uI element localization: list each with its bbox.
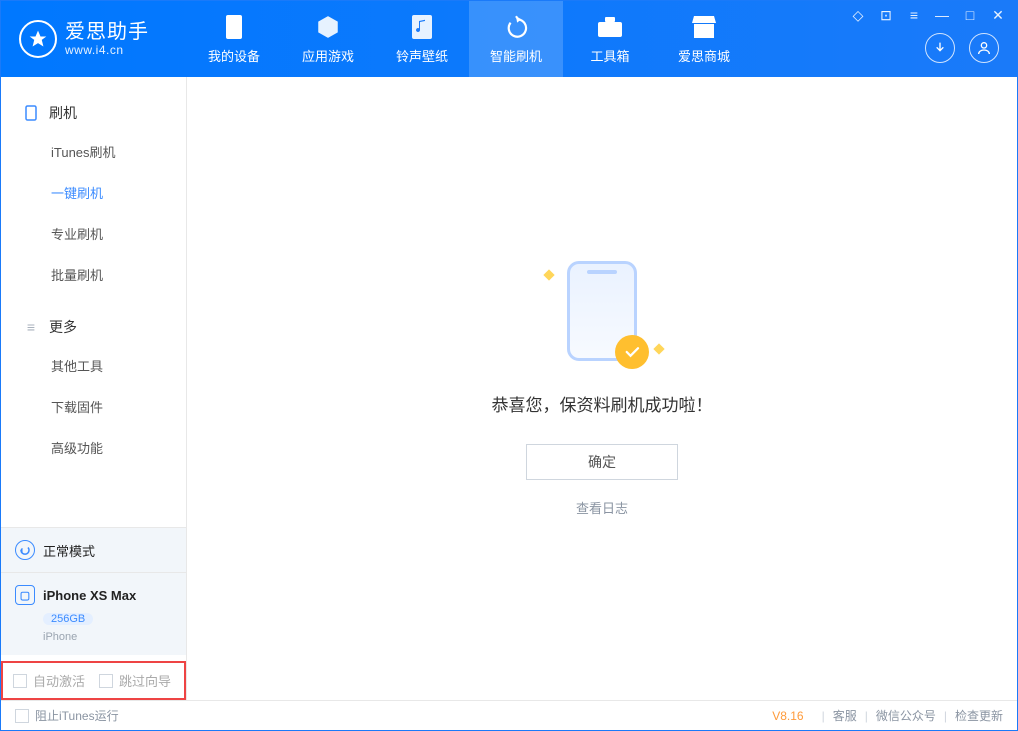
- sidebar-item-one-click-flash[interactable]: 一键刷机: [1, 172, 186, 213]
- toolbox-icon: [597, 14, 623, 40]
- tab-my-device[interactable]: 我的设备: [187, 1, 281, 77]
- block-itunes-label[interactable]: 阻止iTunes运行: [35, 707, 119, 724]
- footer-link-update[interactable]: 检查更新: [955, 707, 1003, 724]
- music-icon: [409, 14, 435, 40]
- skip-setup-checkbox[interactable]: 跳过向导: [99, 671, 171, 690]
- section-title: 更多: [49, 317, 77, 337]
- tab-smart-flash[interactable]: 智能刷机: [469, 1, 563, 77]
- checkbox-label: 跳过向导: [119, 671, 171, 690]
- section-more[interactable]: ≡ 更多: [1, 309, 186, 345]
- cube-icon: [315, 14, 341, 40]
- tab-apps-games[interactable]: 应用游戏: [281, 1, 375, 77]
- device-block[interactable]: ▢ iPhone XS Max 256GB iPhone: [1, 572, 186, 655]
- footer: 阻止iTunes运行 V8.16 | 客服 | 微信公众号 | 检查更新: [1, 700, 1017, 730]
- maximize-icon[interactable]: □: [961, 7, 979, 24]
- checkbox-icon[interactable]: [15, 709, 29, 723]
- refresh-icon: [503, 14, 529, 40]
- minimize-icon[interactable]: —: [933, 7, 951, 24]
- menu-icon[interactable]: ≡: [905, 7, 923, 24]
- sidebar-item-itunes-flash[interactable]: iTunes刷机: [1, 131, 186, 172]
- view-log-link[interactable]: 查看日志: [576, 498, 628, 517]
- tab-label: 智能刷机: [490, 46, 542, 65]
- ok-button[interactable]: 确定: [526, 444, 678, 480]
- mode-icon: [15, 540, 35, 560]
- user-button[interactable]: [969, 33, 999, 63]
- version-label: V8.16: [772, 709, 803, 723]
- download-button[interactable]: [925, 33, 955, 63]
- section-flash[interactable]: 刷机: [1, 95, 186, 131]
- checkbox-icon: [99, 674, 113, 688]
- content-area: 刷机 iTunes刷机 一键刷机 专业刷机 批量刷机 ≡ 更多 其他工具 下载固…: [1, 77, 1017, 700]
- sidebar-item-other-tools[interactable]: 其他工具: [1, 345, 186, 386]
- tab-label: 铃声壁纸: [396, 46, 448, 65]
- sidebar: 刷机 iTunes刷机 一键刷机 专业刷机 批量刷机 ≡ 更多 其他工具 下载固…: [1, 77, 187, 700]
- skin-icon[interactable]: ◇: [849, 7, 867, 24]
- sidebar-item-advanced[interactable]: 高级功能: [1, 427, 186, 468]
- checkbox-highlight-row: 自动激活 跳过向导: [1, 661, 186, 700]
- section-title: 刷机: [49, 103, 77, 123]
- checkbox-label: 自动激活: [33, 671, 85, 690]
- tab-shop[interactable]: 爱思商城: [657, 1, 751, 77]
- sparkle-icon: [653, 343, 664, 354]
- footer-link-wechat[interactable]: 微信公众号: [876, 707, 936, 724]
- footer-link-support[interactable]: 客服: [833, 707, 857, 724]
- tab-label: 我的设备: [208, 46, 260, 65]
- device-icon: ▢: [15, 585, 35, 605]
- mode-block[interactable]: 正常模式: [1, 527, 186, 572]
- phone-icon: [23, 105, 39, 121]
- header-right-actions: [925, 33, 999, 63]
- app-url: www.i4.cn: [65, 43, 149, 57]
- phone-icon: [221, 14, 247, 40]
- device-type: iPhone: [43, 631, 172, 643]
- checkbox-icon: [13, 674, 27, 688]
- sidebar-item-pro-flash[interactable]: 专业刷机: [1, 213, 186, 254]
- tab-label: 工具箱: [590, 46, 629, 65]
- shop-icon: [691, 14, 717, 40]
- sidebar-item-batch-flash[interactable]: 批量刷机: [1, 254, 186, 295]
- app-logo: 爱思助手 www.i4.cn: [1, 20, 187, 58]
- close-icon[interactable]: ✕: [989, 7, 1007, 24]
- tab-toolbox[interactable]: 工具箱: [563, 1, 657, 77]
- logo-icon: [19, 20, 57, 58]
- check-badge-icon: [615, 335, 649, 369]
- app-name: 爱思助手: [65, 21, 149, 43]
- app-header: 爱思助手 www.i4.cn 我的设备 应用游戏 铃声壁纸 智能刷机 工具箱 爱…: [1, 1, 1017, 77]
- main-panel: 恭喜您，保资料刷机成功啦！ 确定 查看日志: [187, 77, 1017, 700]
- tab-ring-wallpaper[interactable]: 铃声壁纸: [375, 1, 469, 77]
- tab-label: 应用游戏: [302, 46, 354, 65]
- success-message: 恭喜您，保资料刷机成功啦！: [492, 391, 713, 416]
- device-capacity: 256GB: [43, 613, 93, 625]
- menu-icon: ≡: [23, 319, 39, 335]
- nav-tabs: 我的设备 应用游戏 铃声壁纸 智能刷机 工具箱 爱思商城: [187, 1, 751, 77]
- sidebar-item-download-firmware[interactable]: 下载固件: [1, 386, 186, 427]
- feedback-icon[interactable]: ⊡: [877, 7, 895, 24]
- tab-label: 爱思商城: [678, 46, 730, 65]
- success-illustration: [567, 261, 637, 361]
- auto-activate-checkbox[interactable]: 自动激活: [13, 671, 85, 690]
- window-controls: ◇ ⊡ ≡ — □ ✕: [849, 7, 1007, 24]
- mode-label: 正常模式: [43, 541, 95, 560]
- sparkle-icon: [543, 269, 554, 280]
- device-name: iPhone XS Max: [43, 588, 136, 603]
